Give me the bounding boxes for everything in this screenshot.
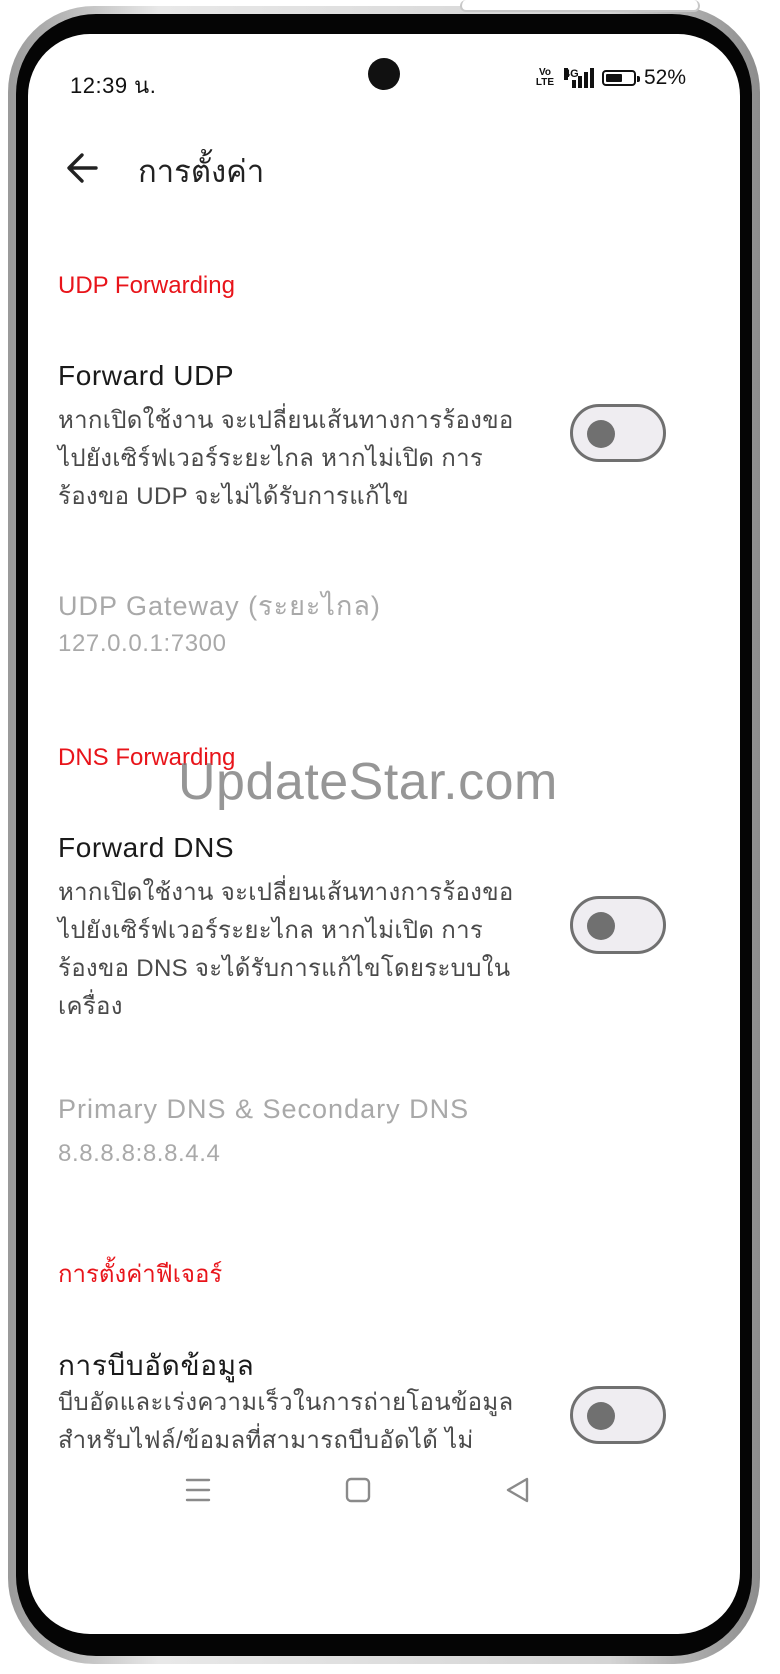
section-udp-forwarding: UDP Forwarding: [58, 272, 235, 299]
toggle-knob: [587, 912, 615, 940]
navigation-bar: [28, 1454, 740, 1534]
forward-udp-description: หากเปิดใช้งาน จะเปลี่ยนเส้นทางการร้องขอไ…: [58, 407, 514, 510]
section-feature-settings: การตั้งค่าฟีเจอร์: [58, 1261, 223, 1288]
signal-icon: 4G: [563, 68, 594, 88]
compression-title: การบีบอัดข้อมูล: [58, 1350, 255, 1381]
phone-top-edge: [460, 0, 700, 12]
forward-udp-title: Forward UDP: [58, 360, 235, 391]
forward-udp-toggle[interactable]: [570, 404, 666, 462]
status-time: 12:39 น.: [70, 73, 157, 98]
forward-dns-title: Forward DNS: [58, 832, 235, 863]
screen: 12:39 น. Vo LTE 4G 52% การตั้งค่า UDP Fo…: [28, 34, 740, 1634]
toggle-knob: [587, 1402, 615, 1430]
status-bar: 12:39 น. Vo LTE 4G 52%: [28, 34, 740, 114]
menu-icon[interactable]: [176, 1468, 220, 1512]
udp-gateway-title[interactable]: UDP Gateway (ระยะไกล): [58, 584, 381, 627]
compression-toggle[interactable]: [570, 1386, 666, 1444]
volte-icon: Vo LTE: [534, 68, 556, 88]
triangle-back-icon[interactable]: [496, 1468, 540, 1512]
battery-icon: [601, 70, 640, 86]
front-camera: [368, 58, 400, 90]
watermark: UpdateStar.com: [178, 753, 558, 811]
home-icon[interactable]: [336, 1468, 380, 1512]
battery-percent: 52%: [643, 66, 686, 89]
back-arrow-icon[interactable]: [62, 146, 106, 190]
udp-gateway-value: 127.0.0.1:7300: [58, 630, 227, 657]
app-header: การตั้งค่า: [28, 134, 740, 204]
network-type: 4G: [563, 68, 579, 80]
dns-servers-title[interactable]: Primary DNS & Secondary DNS: [58, 1094, 469, 1125]
status-icons: Vo LTE 4G 52%: [534, 66, 686, 90]
page-title: การตั้งค่า: [138, 154, 265, 189]
dns-servers-value: 8.8.8.8:8.8.4.4: [58, 1140, 221, 1167]
forward-dns-description: หากเปิดใช้งาน จะเปลี่ยนเส้นทางการร้องขอไ…: [58, 879, 514, 1020]
volte-bottom: LTE: [535, 77, 555, 88]
compression-description: บีบอัดและเร่งความเร็วในการถ่ายโอนข้อมูลส…: [58, 1389, 514, 1454]
toggle-knob: [587, 420, 615, 448]
forward-dns-toggle[interactable]: [570, 896, 666, 954]
